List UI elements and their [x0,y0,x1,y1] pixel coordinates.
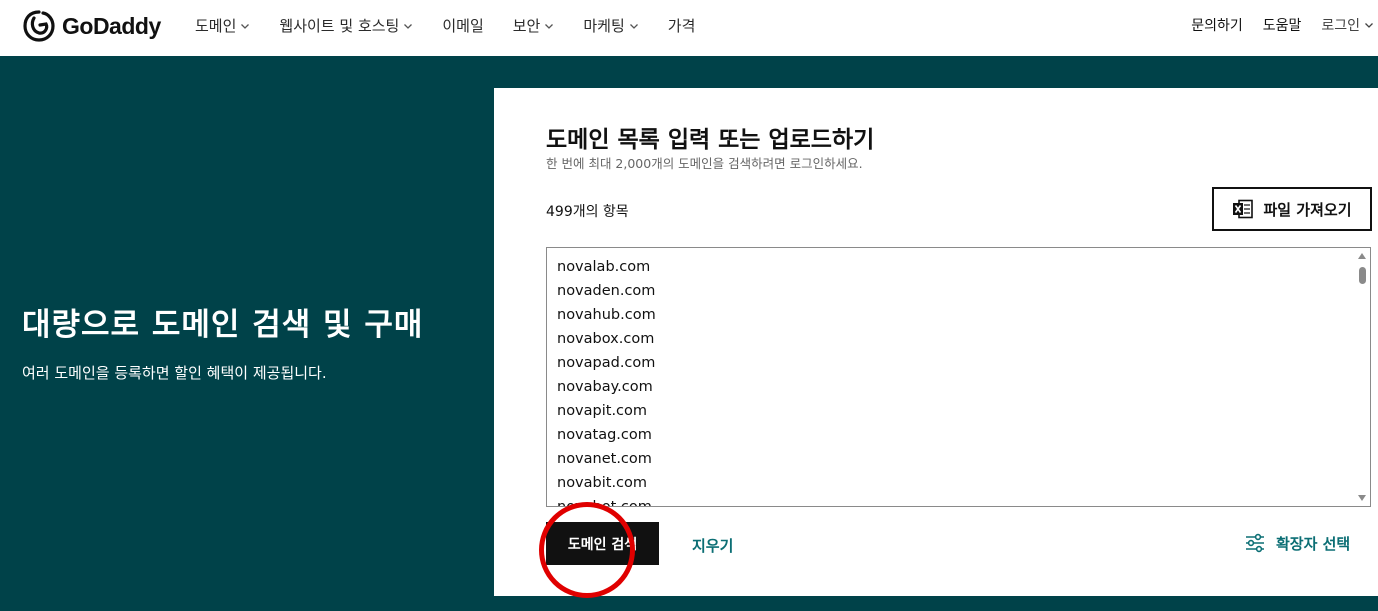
excel-file-icon [1233,199,1254,219]
main-nav: 도메인 웹사이트 및 호스팅 이메일 보안 마케팅 가격 [195,15,724,36]
clear-link[interactable]: 지우기 [692,535,733,556]
nav-item-website-hosting[interactable]: 웹사이트 및 호스팅 [279,15,413,36]
import-file-button[interactable]: 파일 가져오기 [1212,187,1372,231]
list-item: novalab.com [557,259,651,275]
nav-item-email[interactable]: 이메일 [442,15,483,36]
contact-link[interactable]: 문의하기 [1191,15,1243,35]
login-menu[interactable]: 로그인 [1321,15,1374,35]
bulk-search-card: 도메인 목록 입력 또는 업로드하기 한 번에 최대 2,000개의 도메인을 … [494,88,1378,596]
nav-item-marketing[interactable]: 마케팅 [583,15,638,36]
top-navigation: GoDaddy 도메인 웹사이트 및 호스팅 이메일 보안 마케팅 가격 문의하… [0,0,1378,56]
list-scrollbar[interactable] [1354,248,1370,506]
nav-right: 문의하기 도움말 로그인 [1171,15,1374,35]
domain-list: novalab.com novaden.com novahub.com nova… [557,255,656,507]
list-item: novabox.com [557,331,655,347]
logo-text: GoDaddy [62,12,161,39]
list-item: novabot.com [557,499,652,507]
chevron-down-icon [241,23,250,29]
nav-item-domain[interactable]: 도메인 [195,15,250,36]
login-label: 로그인 [1321,18,1360,34]
search-domains-button[interactable]: 도메인 검색 [546,522,659,565]
select-extensions-button[interactable]: 확장자 선택 [1244,532,1350,554]
help-link[interactable]: 도움말 [1263,15,1302,35]
list-item: novapit.com [557,403,648,419]
select-extensions-label: 확장자 선택 [1276,534,1351,553]
domain-list-textarea[interactable]: novalab.com novaden.com novahub.com nova… [546,247,1371,507]
chevron-down-icon [545,23,554,29]
godaddy-logo-icon [23,10,55,42]
nav-item-label: 보안 [512,17,541,35]
chevron-down-icon [1365,23,1373,28]
card-subtitle: 한 번에 최대 2,000개의 도메인을 검색하려면 로그인하세요. [546,156,863,171]
list-item: novatag.com [557,427,652,443]
hero-title: 대량으로 도메인 검색 및 구매 [22,307,424,343]
list-item: novapad.com [557,355,656,371]
godaddy-logo[interactable]: GoDaddy [22,9,161,43]
chevron-down-icon [404,23,413,29]
nav-item-label: 가격 [667,17,696,35]
card-title: 도메인 목록 입력 또는 업로드하기 [546,127,875,153]
list-item: novabay.com [557,379,653,395]
item-count: 499개의 항목 [546,204,629,220]
list-item: novabit.com [557,475,648,491]
chevron-down-icon [629,23,638,29]
nav-item-label: 마케팅 [583,17,625,35]
scroll-down-arrow-icon[interactable] [1358,495,1366,501]
scrollbar-thumb[interactable] [1359,267,1366,284]
nav-item-pricing[interactable]: 가격 [668,15,696,36]
hero-subtitle: 여러 도메인을 등록하면 할인 혜택이 제공됩니다. [22,364,327,382]
nav-item-security[interactable]: 보안 [513,15,555,36]
list-item: novaden.com [557,283,656,299]
import-file-label: 파일 가져오기 [1263,200,1352,219]
nav-item-label: 도메인 [195,17,237,35]
list-item: novahub.com [557,307,656,323]
nav-item-label: 웹사이트 및 호스팅 [279,17,400,35]
list-item: novanet.com [557,451,652,467]
nav-item-label: 이메일 [442,17,484,35]
scroll-up-arrow-icon[interactable] [1358,253,1366,259]
sliders-icon [1246,533,1264,553]
